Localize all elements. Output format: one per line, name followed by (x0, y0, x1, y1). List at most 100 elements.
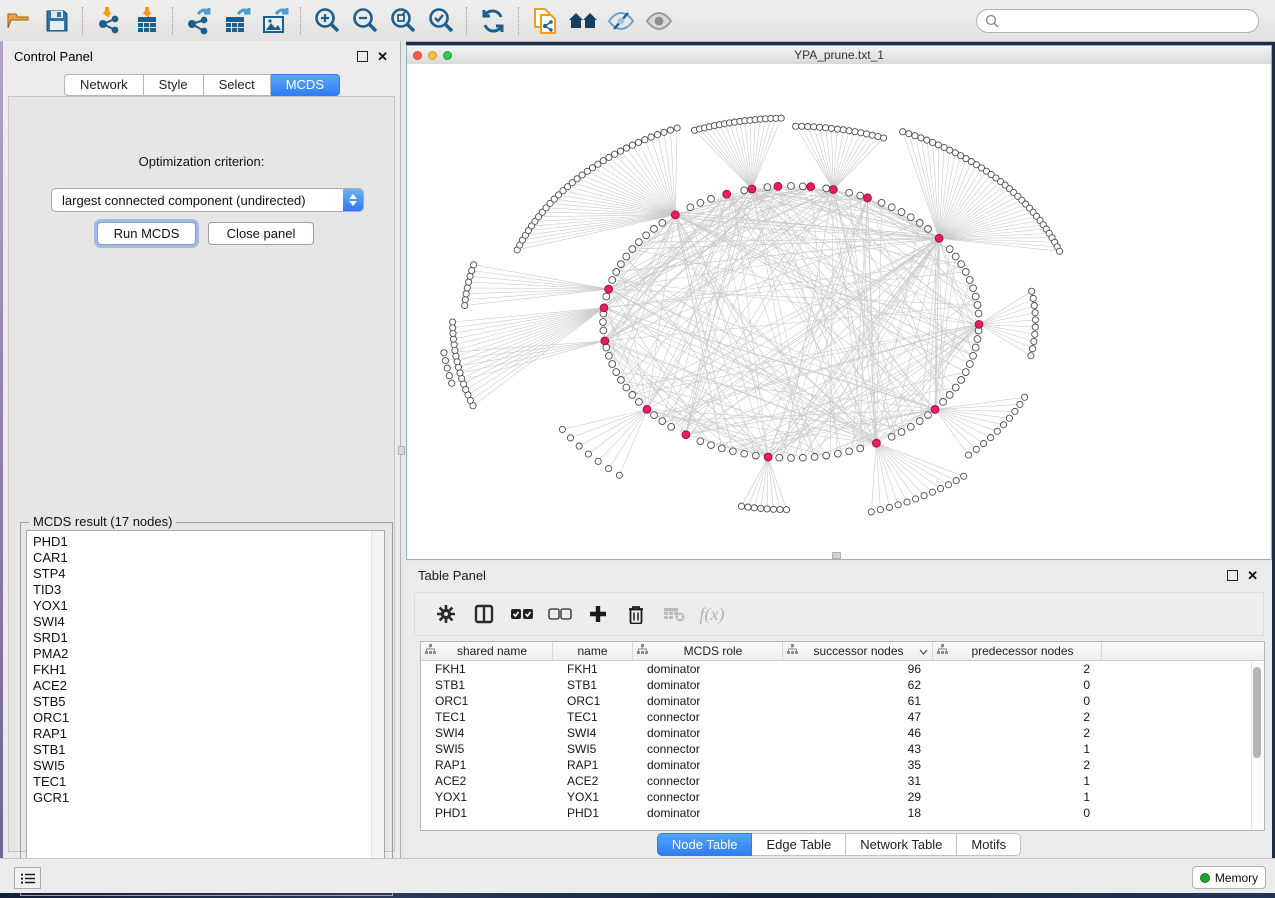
table-options-gear-icon[interactable] (429, 598, 463, 630)
run-mcds-button[interactable]: Run MCDS (97, 222, 196, 245)
graph-node[interactable] (888, 433, 895, 440)
mcds-node-item[interactable]: STB5 (27, 694, 384, 710)
save-session-icon[interactable] (38, 4, 76, 38)
export-network-icon[interactable] (180, 4, 218, 38)
graph-leaf-node[interactable] (817, 124, 823, 130)
import-network-icon[interactable] (90, 4, 128, 38)
mcds-node-item[interactable]: CAR1 (27, 550, 384, 566)
graph-node[interactable] (970, 285, 977, 292)
graph-mcds-hub-node[interactable] (600, 304, 608, 312)
graph-leaf-node[interactable] (764, 506, 770, 512)
graph-leaf-node[interactable] (881, 135, 887, 141)
graph-mcds-hub-node[interactable] (601, 337, 609, 345)
memory-button[interactable]: Memory (1192, 866, 1266, 889)
export-image-icon[interactable] (256, 4, 294, 38)
mcds-node-item[interactable]: PMA2 (27, 646, 384, 662)
column-header-predecessor-nodes[interactable]: predecessor nodes (933, 642, 1102, 660)
graph-node[interactable] (659, 418, 666, 425)
graph-leaf-node[interactable] (904, 499, 910, 505)
graph-node[interactable] (898, 429, 905, 436)
network-canvas[interactable] (407, 64, 1271, 559)
graph-node[interactable] (811, 454, 818, 461)
graph-leaf-node[interactable] (1022, 394, 1028, 400)
graph-leaf-node[interactable] (961, 473, 967, 479)
graph-node[interactable] (925, 412, 932, 419)
graph-leaf-node[interactable] (567, 435, 573, 441)
graph-leaf-node[interactable] (450, 336, 456, 342)
graph-node[interactable] (940, 399, 947, 406)
graph-leaf-node[interactable] (623, 145, 629, 151)
zoom-out-icon[interactable] (346, 4, 384, 38)
graph-node[interactable] (651, 412, 658, 419)
close-panel-icon[interactable]: ✕ (377, 52, 388, 61)
criterion-dropdown[interactable]: largest connected component (undirected) (51, 188, 364, 212)
graph-leaf-node[interactable] (444, 365, 450, 371)
tab-motifs[interactable]: Motifs (957, 833, 1021, 856)
graph-leaf-node[interactable] (912, 133, 918, 139)
graph-mcds-hub-node[interactable] (774, 182, 782, 190)
delete-columns-icon[interactable] (619, 598, 653, 630)
mcds-list-scrollbar[interactable] (371, 531, 384, 887)
graph-node[interactable] (609, 277, 616, 284)
graph-mcds-hub-node[interactable] (643, 406, 651, 414)
graph-node[interactable] (966, 277, 973, 284)
graph-leaf-node[interactable] (777, 506, 783, 512)
mcds-node-item[interactable]: FKH1 (27, 662, 384, 678)
graph-leaf-node[interactable] (462, 302, 468, 308)
graph-mcds-hub-node[interactable] (723, 190, 731, 198)
mcds-node-item[interactable]: STB1 (27, 742, 384, 758)
select-all-rows-icon[interactable] (505, 598, 539, 630)
graph-mcds-hub-node[interactable] (682, 431, 690, 439)
graph-node[interactable] (668, 423, 675, 430)
graph-node[interactable] (618, 377, 625, 384)
graph-leaf-node[interactable] (921, 493, 927, 499)
graph-mcds-hub-node[interactable] (864, 194, 872, 202)
zoom-in-icon[interactable] (308, 4, 346, 38)
graph-node[interactable] (916, 220, 923, 227)
graph-leaf-node[interactable] (988, 435, 994, 441)
show-columns-icon[interactable] (467, 598, 501, 630)
graph-node[interactable] (952, 253, 959, 260)
graph-leaf-node[interactable] (994, 428, 1000, 434)
graph-node[interactable] (613, 369, 620, 376)
refresh-icon[interactable] (474, 4, 512, 38)
tab-select[interactable]: Select (204, 74, 271, 96)
graph-leaf-node[interactable] (442, 357, 448, 363)
graph-node[interactable] (623, 384, 630, 391)
graph-node[interactable] (776, 454, 783, 461)
float-table-panel-icon[interactable] (1227, 570, 1238, 581)
graph-node[interactable] (916, 418, 923, 425)
zoom-fit-icon[interactable] (384, 4, 422, 38)
graph-node[interactable] (764, 184, 771, 191)
table-row[interactable]: SWI5SWI5connector431 (421, 741, 1264, 757)
graph-leaf-node[interactable] (783, 507, 789, 513)
graph-node[interactable] (974, 302, 981, 309)
search-input[interactable] (1003, 13, 1258, 29)
graph-node[interactable] (823, 185, 830, 192)
graph-node[interactable] (708, 442, 715, 449)
graph-mcds-hub-node[interactable] (605, 285, 613, 293)
graph-node[interactable] (925, 226, 932, 233)
graph-node[interactable] (629, 392, 636, 399)
graph-leaf-node[interactable] (606, 154, 612, 160)
graph-node[interactable] (834, 450, 841, 457)
graph-leaf-node[interactable] (1031, 338, 1037, 344)
float-panel-icon[interactable] (357, 51, 368, 62)
graph-node[interactable] (741, 187, 748, 194)
table-scrollbar-thumb[interactable] (1253, 667, 1261, 758)
mcds-node-item[interactable]: ACE2 (27, 678, 384, 694)
horizontal-splitter-grip[interactable] (832, 552, 841, 559)
graph-leaf-node[interactable] (464, 285, 470, 291)
graph-leaf-node[interactable] (799, 123, 805, 129)
graph-leaf-node[interactable] (1006, 415, 1012, 421)
graph-leaf-node[interactable] (953, 478, 959, 484)
graph-leaf-node[interactable] (913, 496, 919, 502)
graph-leaf-node[interactable] (462, 297, 468, 303)
search-box[interactable] (976, 9, 1259, 33)
graph-mcds-hub-node[interactable] (764, 453, 772, 461)
task-history-button[interactable] (14, 867, 41, 889)
graph-node[interactable] (823, 452, 830, 459)
graph-leaf-node[interactable] (667, 127, 673, 133)
graph-node[interactable] (636, 399, 643, 406)
graph-node[interactable] (970, 352, 977, 359)
